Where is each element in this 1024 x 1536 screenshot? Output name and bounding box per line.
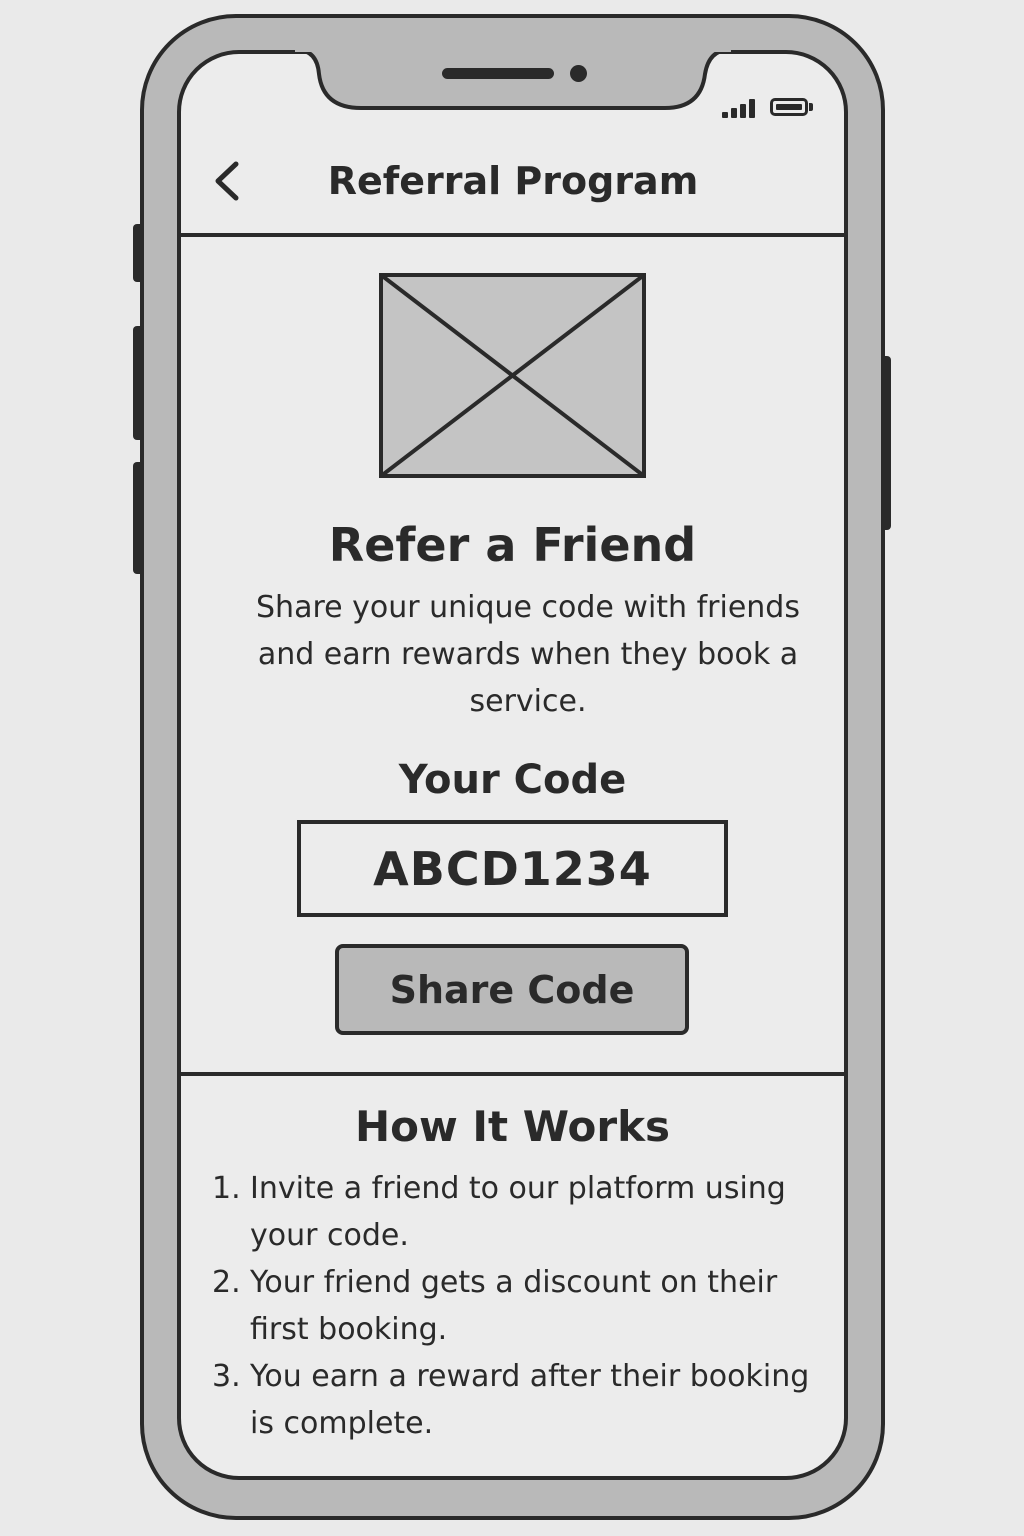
step-text: Your friend gets a discount on their fir… xyxy=(250,1265,778,1347)
chevron-left-icon xyxy=(215,161,239,201)
code-label: Your Code xyxy=(398,757,627,803)
share-code-button[interactable]: Share Code xyxy=(335,944,689,1035)
battery-tip xyxy=(809,103,813,111)
step-number: 2. xyxy=(212,1265,241,1300)
how-it-works-steps: 1. Invite a friend to our platform using… xyxy=(212,1165,822,1447)
camera-dot xyxy=(570,65,587,82)
step-item: 1. Invite a friend to our platform using… xyxy=(212,1165,822,1259)
speaker-grille xyxy=(442,68,554,79)
section-divider xyxy=(179,1072,846,1076)
refer-title: Refer a Friend xyxy=(328,518,697,572)
referral-code-box[interactable]: ABCD1234 xyxy=(297,820,728,917)
step-number: 1. xyxy=(212,1171,241,1206)
image-placeholder-icon xyxy=(379,273,646,478)
referral-code-value: ABCD1234 xyxy=(373,841,652,896)
step-text: Invite a friend to our platform using yo… xyxy=(250,1171,786,1253)
back-button[interactable] xyxy=(206,156,250,206)
header-divider xyxy=(179,233,846,237)
mockup-stage: Referral Program Refer a Friend Share yo… xyxy=(0,0,1024,1536)
how-it-works-title: How It Works xyxy=(354,1102,671,1151)
page-title: Referral Program xyxy=(327,159,699,203)
refer-description: Share your unique code with friends and … xyxy=(256,590,800,719)
signal-icon xyxy=(722,98,762,118)
step-item: 2. Your friend gets a discount on their … xyxy=(212,1259,822,1353)
step-text: You earn a reward after their booking is… xyxy=(250,1359,810,1441)
step-item: 3. You earn a reward after their booking… xyxy=(212,1353,822,1447)
step-number: 3. xyxy=(212,1359,241,1394)
battery-icon xyxy=(770,98,808,116)
